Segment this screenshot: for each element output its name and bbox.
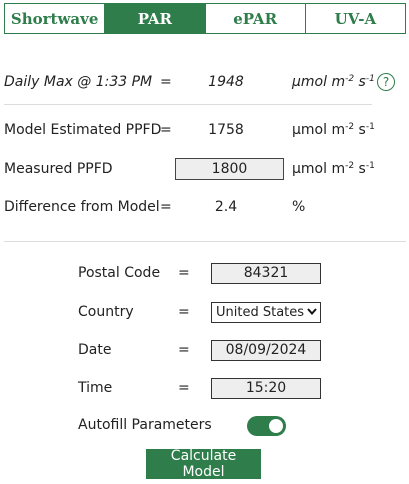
time-row: Time = 15:20 <box>0 378 409 400</box>
toggle-knob <box>269 419 283 433</box>
divider-top <box>4 104 372 105</box>
model-ppfd-row: Model Estimated PPFD = 1758 µmol m-2 s-1 <box>0 120 409 142</box>
country-select[interactable]: United States <box>211 302 321 323</box>
date-input[interactable]: 08/09/2024 <box>211 340 321 361</box>
calculate-model-button[interactable]: Calculate Model <box>146 448 261 480</box>
daily-max-unit: µmol m-2 s-1 <box>292 74 375 90</box>
daily-max-equals: = <box>160 74 172 90</box>
country-equals: = <box>178 304 190 320</box>
radiation-tabs: Shortwave PAR ePAR UV-A <box>4 3 406 34</box>
difference-value: 2.4 <box>214 199 238 215</box>
tab-par[interactable]: PAR <box>104 4 205 33</box>
postal-code-label: Postal Code <box>78 265 161 281</box>
time-input[interactable]: 15:20 <box>211 378 321 399</box>
tab-shortwave[interactable]: Shortwave <box>5 4 105 33</box>
difference-equals: = <box>160 199 172 215</box>
measured-ppfd-label: Measured PPFD <box>4 161 113 177</box>
chevron-down-icon <box>307 303 317 322</box>
difference-unit: % <box>292 199 306 215</box>
autofill-toggle[interactable] <box>247 416 286 436</box>
model-ppfd-unit: µmol m-2 s-1 <box>292 122 375 138</box>
model-ppfd-value: 1758 <box>208 122 244 138</box>
date-row: Date = 08/09/2024 <box>0 340 409 362</box>
country-row: Country = United States <box>0 302 409 324</box>
autofill-label: Autofill Parameters <box>78 417 212 433</box>
divider-bottom <box>4 241 406 242</box>
daily-max-row: Daily Max @ 1:33 PM = 1948 µmol m-2 s-1 … <box>0 72 409 94</box>
difference-label: Difference from Model <box>4 199 160 215</box>
postal-code-input[interactable]: 84321 <box>211 263 321 284</box>
time-label: Time <box>78 380 113 396</box>
measured-ppfd-unit: µmol m-2 s-1 <box>292 161 375 177</box>
time-equals: = <box>178 380 190 396</box>
daily-max-value: 1948 <box>208 74 244 90</box>
daily-max-label: Daily Max @ 1:33 PM <box>4 74 153 90</box>
difference-row: Difference from Model = 2.4 % <box>0 197 409 219</box>
model-ppfd-equals: = <box>160 122 172 138</box>
model-ppfd-label: Model Estimated PPFD <box>4 122 162 138</box>
postal-code-row: Postal Code = 84321 <box>0 263 409 285</box>
autofill-row: Autofill Parameters <box>0 415 409 437</box>
date-equals: = <box>178 342 190 358</box>
tab-uva[interactable]: UV-A <box>304 4 405 33</box>
help-icon[interactable]: ? <box>377 73 395 91</box>
date-label: Date <box>78 342 112 358</box>
postal-code-equals: = <box>178 265 190 281</box>
measured-ppfd-row: Measured PPFD 1800 µmol m-2 s-1 <box>0 158 409 181</box>
measured-ppfd-input[interactable]: 1800 <box>175 158 284 180</box>
country-label: Country <box>78 304 134 320</box>
tab-epar[interactable]: ePAR <box>204 4 305 33</box>
country-select-value: United States <box>216 305 305 320</box>
